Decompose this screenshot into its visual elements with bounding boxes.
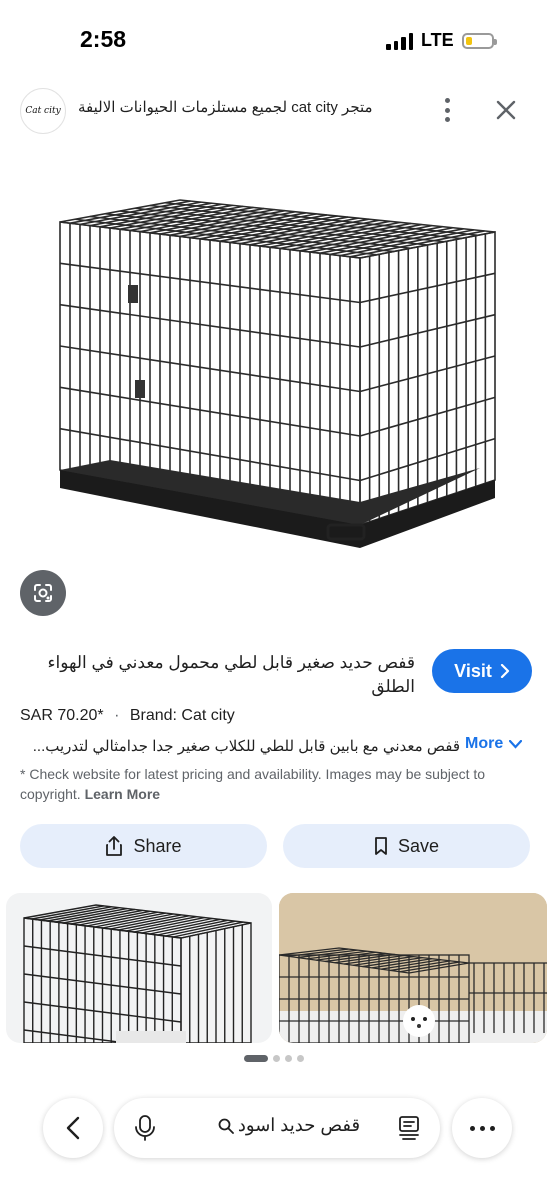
google-lens-icon[interactable]	[397, 1115, 421, 1141]
product-description: قفص معدني مع بابين قابل للطي للكلاب صغير…	[32, 738, 460, 755]
dog-in-cage-thumbnail	[279, 893, 547, 1043]
search-bar[interactable]: قفص حديد اسود	[114, 1098, 440, 1158]
carousel-dot	[244, 1055, 268, 1062]
related-image-2[interactable]	[279, 893, 547, 1043]
cage-thumbnail	[23, 904, 252, 1043]
battery-icon	[461, 32, 497, 49]
share-label: Share	[133, 835, 182, 856]
bookmark-icon	[375, 837, 387, 855]
site-title[interactable]: متجر cat city لجميع مستلزمات الحيوانات ا…	[78, 98, 388, 116]
network-label: LTE	[421, 30, 454, 50]
more-link[interactable]: More	[465, 735, 523, 753]
save-button[interactable]: Save	[283, 824, 530, 868]
close-icon[interactable]	[492, 96, 520, 124]
search-query-text: قفص حديد اسود	[237, 1115, 361, 1135]
more-label: More	[465, 735, 504, 752]
signal-icon	[386, 32, 413, 50]
kebab-menu-icon[interactable]	[438, 96, 456, 124]
price: SAR 70.20*	[20, 707, 104, 724]
learn-more-link[interactable]: Learn More	[85, 786, 160, 802]
share-button[interactable]: Share	[20, 824, 267, 868]
product-image[interactable]	[40, 180, 510, 580]
microphone-icon[interactable]	[134, 1114, 156, 1142]
product-title[interactable]: قفص حديد صغير قابل لطي محمول معدني في ال…	[20, 651, 415, 699]
battery-level	[465, 36, 472, 45]
price-brand-line: SAR 70.20* · Brand: Cat city	[20, 707, 235, 725]
status-time: 2:58	[80, 26, 127, 52]
more-options-button[interactable]	[452, 1098, 512, 1158]
site-logo[interactable]: Cat city	[20, 88, 66, 134]
carousel-dot	[297, 1055, 304, 1062]
google-lens-icon	[34, 584, 52, 602]
share-icon	[106, 836, 123, 856]
carousel-dot	[273, 1055, 280, 1062]
disclaimer: * Check website for latest pricing and a…	[20, 764, 535, 804]
brand: Brand: Cat city	[129, 707, 235, 724]
save-label: Save	[397, 835, 440, 856]
chevron-left-icon	[66, 1116, 80, 1140]
carousel-indicator	[244, 1055, 304, 1062]
chevron-right-icon	[500, 664, 509, 678]
logo-text: Cat city	[25, 106, 61, 116]
search-query[interactable]: قفص حديد اسود	[194, 1115, 384, 1136]
status-indicators: LTE	[386, 30, 497, 51]
more-horizontal-icon	[469, 1125, 475, 1131]
visit-label: Visit	[454, 660, 492, 681]
separator: ·	[114, 707, 120, 724]
search-icon	[218, 1118, 234, 1134]
related-image-1[interactable]	[6, 893, 272, 1043]
back-button[interactable]	[43, 1098, 103, 1158]
carousel-dot	[285, 1055, 292, 1062]
google-lens-button[interactable]	[20, 570, 66, 616]
visit-button[interactable]: Visit	[432, 649, 532, 693]
chevron-down-icon	[509, 739, 523, 749]
